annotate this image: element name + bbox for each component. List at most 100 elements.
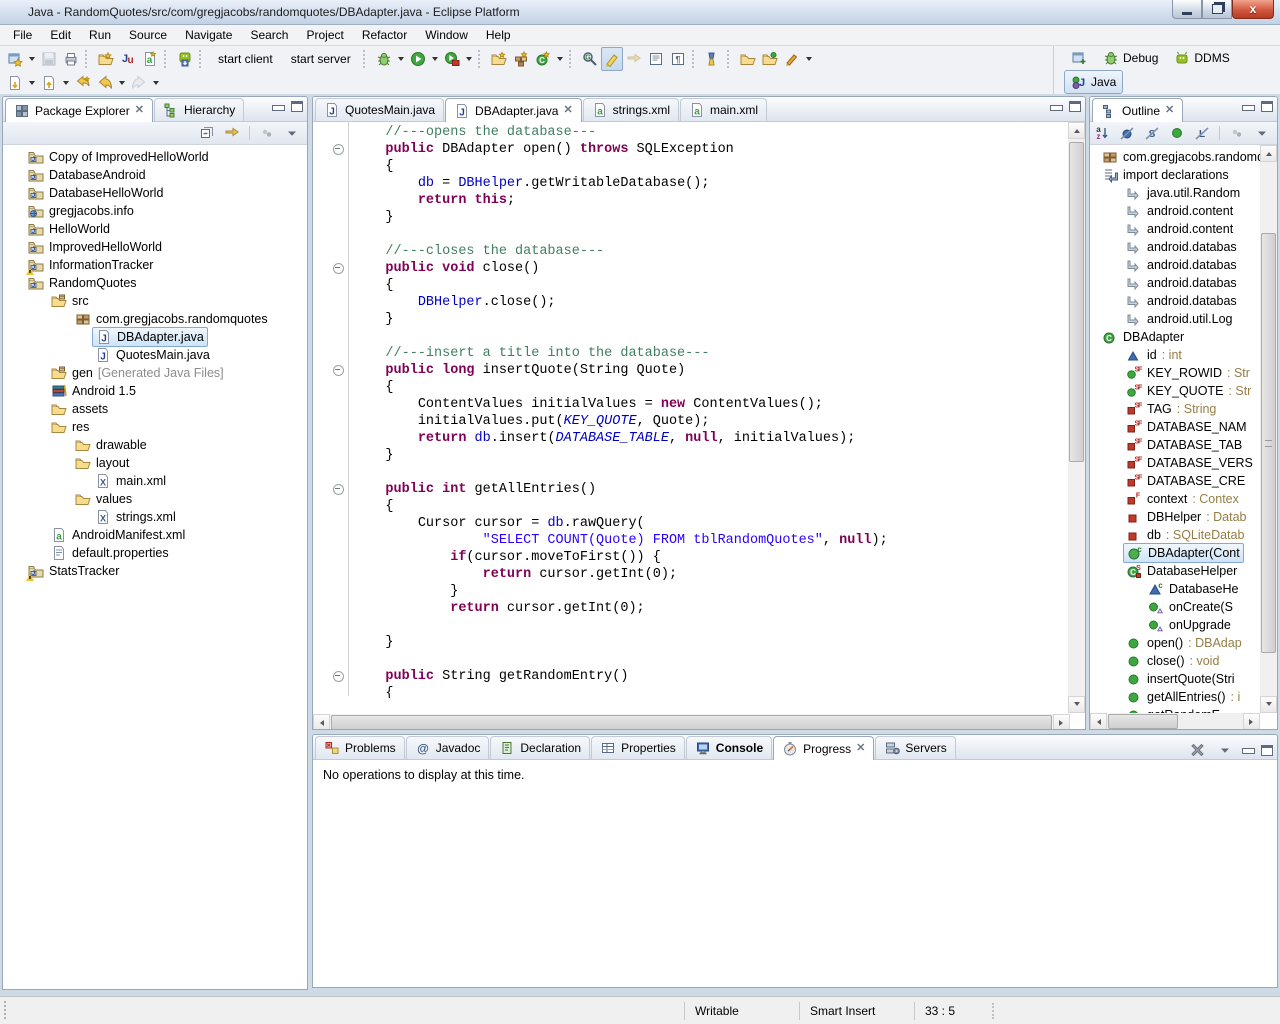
collapse-all-button[interactable] xyxy=(196,122,218,144)
run-external-tools-button[interactable] xyxy=(441,47,463,71)
project-item-databaseandroid[interactable]: JDatabaseAndroid xyxy=(3,166,307,184)
menu-source[interactable]: Source xyxy=(120,26,176,44)
outline-item-database-nam[interactable]: SFDATABASE_NAM xyxy=(1090,418,1260,436)
code-line[interactable]: //---opens the database--- xyxy=(353,124,1053,141)
project-item-improvedhelloworld[interactable]: JImprovedHelloWorld xyxy=(3,238,307,256)
fast-view-icon[interactable] xyxy=(22,1001,38,1017)
open-perspective-button[interactable] xyxy=(1064,46,1094,70)
project-item-strings-xml[interactable]: Xstrings.xml xyxy=(3,508,307,526)
new-android-project-button[interactable] xyxy=(95,47,117,71)
minimize-view-icon[interactable] xyxy=(1242,748,1255,754)
menu-edit[interactable]: Edit xyxy=(41,26,80,44)
new-wizard-button[interactable] xyxy=(4,47,26,71)
code-line[interactable]: } xyxy=(353,447,1053,464)
project-item-gregjacobs-info[interactable]: gregjacobs.info xyxy=(3,202,307,220)
outline-item-android-databas[interactable]: android.databas xyxy=(1090,256,1260,274)
outline-item-databasehelper[interactable]: CSDatabaseHelper xyxy=(1090,562,1260,580)
view-tab-properties[interactable]: Properties xyxy=(591,736,685,759)
project-item-res[interactable]: res xyxy=(3,418,307,436)
restore-window-button[interactable] xyxy=(1202,0,1232,19)
project-item-gen[interactable]: gen [Generated Java Files] xyxy=(3,364,307,382)
close-tab-icon[interactable]: ✕ xyxy=(135,105,144,116)
hide-non-public-button[interactable] xyxy=(1166,122,1188,144)
code-line[interactable]: //---insert a title into the database--- xyxy=(353,345,1053,362)
sort-button[interactable]: az xyxy=(1091,122,1113,144)
outline-item-context[interactable]: Fcontext: Contex xyxy=(1090,490,1260,508)
minimize-view-icon[interactable] xyxy=(1050,105,1063,111)
outline-item-com-gregjacobs-randomquotes[interactable]: com.gregjacobs.randomquotes xyxy=(1090,148,1260,166)
dropdown-arrow-icon[interactable] xyxy=(398,57,404,61)
code-line[interactable] xyxy=(353,651,1053,668)
project-item-default-properties[interactable]: default.properties xyxy=(3,544,307,562)
view-menu-arrow-button[interactable] xyxy=(1251,122,1273,144)
code-editor[interactable]: //---opens the database--- public DBAdap… xyxy=(313,122,1085,730)
start-client-button[interactable]: start client xyxy=(209,47,282,71)
outline-item-android-util-log[interactable]: android.util.Log xyxy=(1090,310,1260,328)
view-tab-problems[interactable]: Problems xyxy=(315,736,405,759)
editor-tab-quotesmain-java[interactable]: JQuotesMain.java xyxy=(315,98,444,121)
code-line[interactable] xyxy=(353,617,1053,634)
project-item-main-xml[interactable]: Xmain.xml xyxy=(3,472,307,490)
outline-vscroll-thumb[interactable] xyxy=(1261,233,1276,653)
code-line[interactable]: } xyxy=(353,209,1053,226)
outline-item-close[interactable]: close(): void xyxy=(1090,652,1260,670)
dropdown-arrow-icon[interactable] xyxy=(153,81,159,85)
open-file-button[interactable] xyxy=(737,47,759,71)
editor-tab-main-xml[interactable]: amain.xml xyxy=(680,98,767,121)
outline-item-oncreate-s[interactable]: onCreate(S xyxy=(1090,598,1260,616)
dropdown-arrow-icon[interactable] xyxy=(806,57,812,61)
back-button[interactable] xyxy=(94,71,116,95)
new-class-button[interactable]: C xyxy=(532,47,554,71)
minimize-view-icon[interactable] xyxy=(272,105,285,111)
code-line[interactable]: } xyxy=(353,634,1053,651)
view-tab-outline[interactable]: Outline✕ xyxy=(1092,98,1183,122)
code-line[interactable] xyxy=(353,226,1053,243)
code-line[interactable] xyxy=(353,464,1053,481)
fold-collapse-icon[interactable] xyxy=(333,365,344,376)
code-line[interactable]: public void close() xyxy=(353,260,1053,277)
outline-item-android-databas[interactable]: android.databas xyxy=(1090,274,1260,292)
code-line[interactable]: } xyxy=(353,311,1053,328)
project-item-helloworld[interactable]: JHelloWorld xyxy=(3,220,307,238)
outline-item-import-declarations[interactable]: import declarations xyxy=(1090,166,1260,184)
outline-item-getallentries[interactable]: getAllEntries(): i xyxy=(1090,688,1260,706)
view-menu-dots-button[interactable] xyxy=(256,122,278,144)
code-line[interactable]: DBHelper.close(); xyxy=(353,294,1053,311)
code-line[interactable] xyxy=(353,328,1053,345)
code-line[interactable]: return db.insert(DATABASE_TABLE, null, i… xyxy=(353,430,1053,447)
code-line[interactable]: //---closes the database--- xyxy=(353,243,1053,260)
view-tab-console[interactable]: Console xyxy=(686,736,772,759)
fold-collapse-icon[interactable] xyxy=(333,671,344,682)
view-tab-hierarchy[interactable]: Hierarchy xyxy=(154,98,244,121)
link-with-editor-button[interactable] xyxy=(623,47,645,71)
previous-annotation-button[interactable] xyxy=(38,71,60,95)
outline-item-db[interactable]: db: SQLiteDatab xyxy=(1090,526,1260,544)
remove-terminated-button[interactable] xyxy=(1186,739,1208,761)
project-item-informationtracker[interactable]: JInformationTracker xyxy=(3,256,307,274)
outline-item-database-vers[interactable]: SFDATABASE_VERS xyxy=(1090,454,1260,472)
code-line[interactable]: "SELECT COUNT(Quote) FROM tblRandomQuote… xyxy=(353,532,1053,549)
code-line[interactable]: initialValues.put(KEY_QUOTE, Quote); xyxy=(353,413,1053,430)
code-line[interactable]: { xyxy=(353,379,1053,396)
maximize-view-icon[interactable] xyxy=(1261,745,1273,756)
fold-collapse-icon[interactable] xyxy=(333,144,344,155)
project-item-quotesmain-java[interactable]: JQuotesMain.java xyxy=(3,346,307,364)
hide-static-button[interactable]: S xyxy=(1141,122,1163,144)
open-folder-button[interactable] xyxy=(759,47,781,71)
project-item-assets[interactable]: assets xyxy=(3,400,307,418)
editor-vscroll-thumb[interactable] xyxy=(1069,142,1084,462)
editor-hscroll-thumb[interactable] xyxy=(331,715,1052,730)
outline-horizontal-scrollbar[interactable] xyxy=(1090,713,1260,730)
debug-button[interactable] xyxy=(373,47,395,71)
dropdown-arrow-icon[interactable] xyxy=(29,81,35,85)
menu-run[interactable]: Run xyxy=(80,26,120,44)
fold-collapse-icon[interactable] xyxy=(333,484,344,495)
view-tab-progress[interactable]: Progress✕ xyxy=(773,736,874,760)
perspective-ddms-button[interactable]: DDMS xyxy=(1167,46,1236,70)
code-line[interactable]: return cursor.getInt(0); xyxy=(353,566,1053,583)
code-line[interactable]: public int getAllEntries() xyxy=(353,481,1053,498)
minimize-window-button[interactable] xyxy=(1172,0,1202,19)
hide-local-types-button[interactable]: L xyxy=(1191,122,1213,144)
outline-item-key-rowid[interactable]: SFKEY_ROWID: Str xyxy=(1090,364,1260,382)
show-whitespace-button[interactable]: ¶ xyxy=(667,47,689,71)
